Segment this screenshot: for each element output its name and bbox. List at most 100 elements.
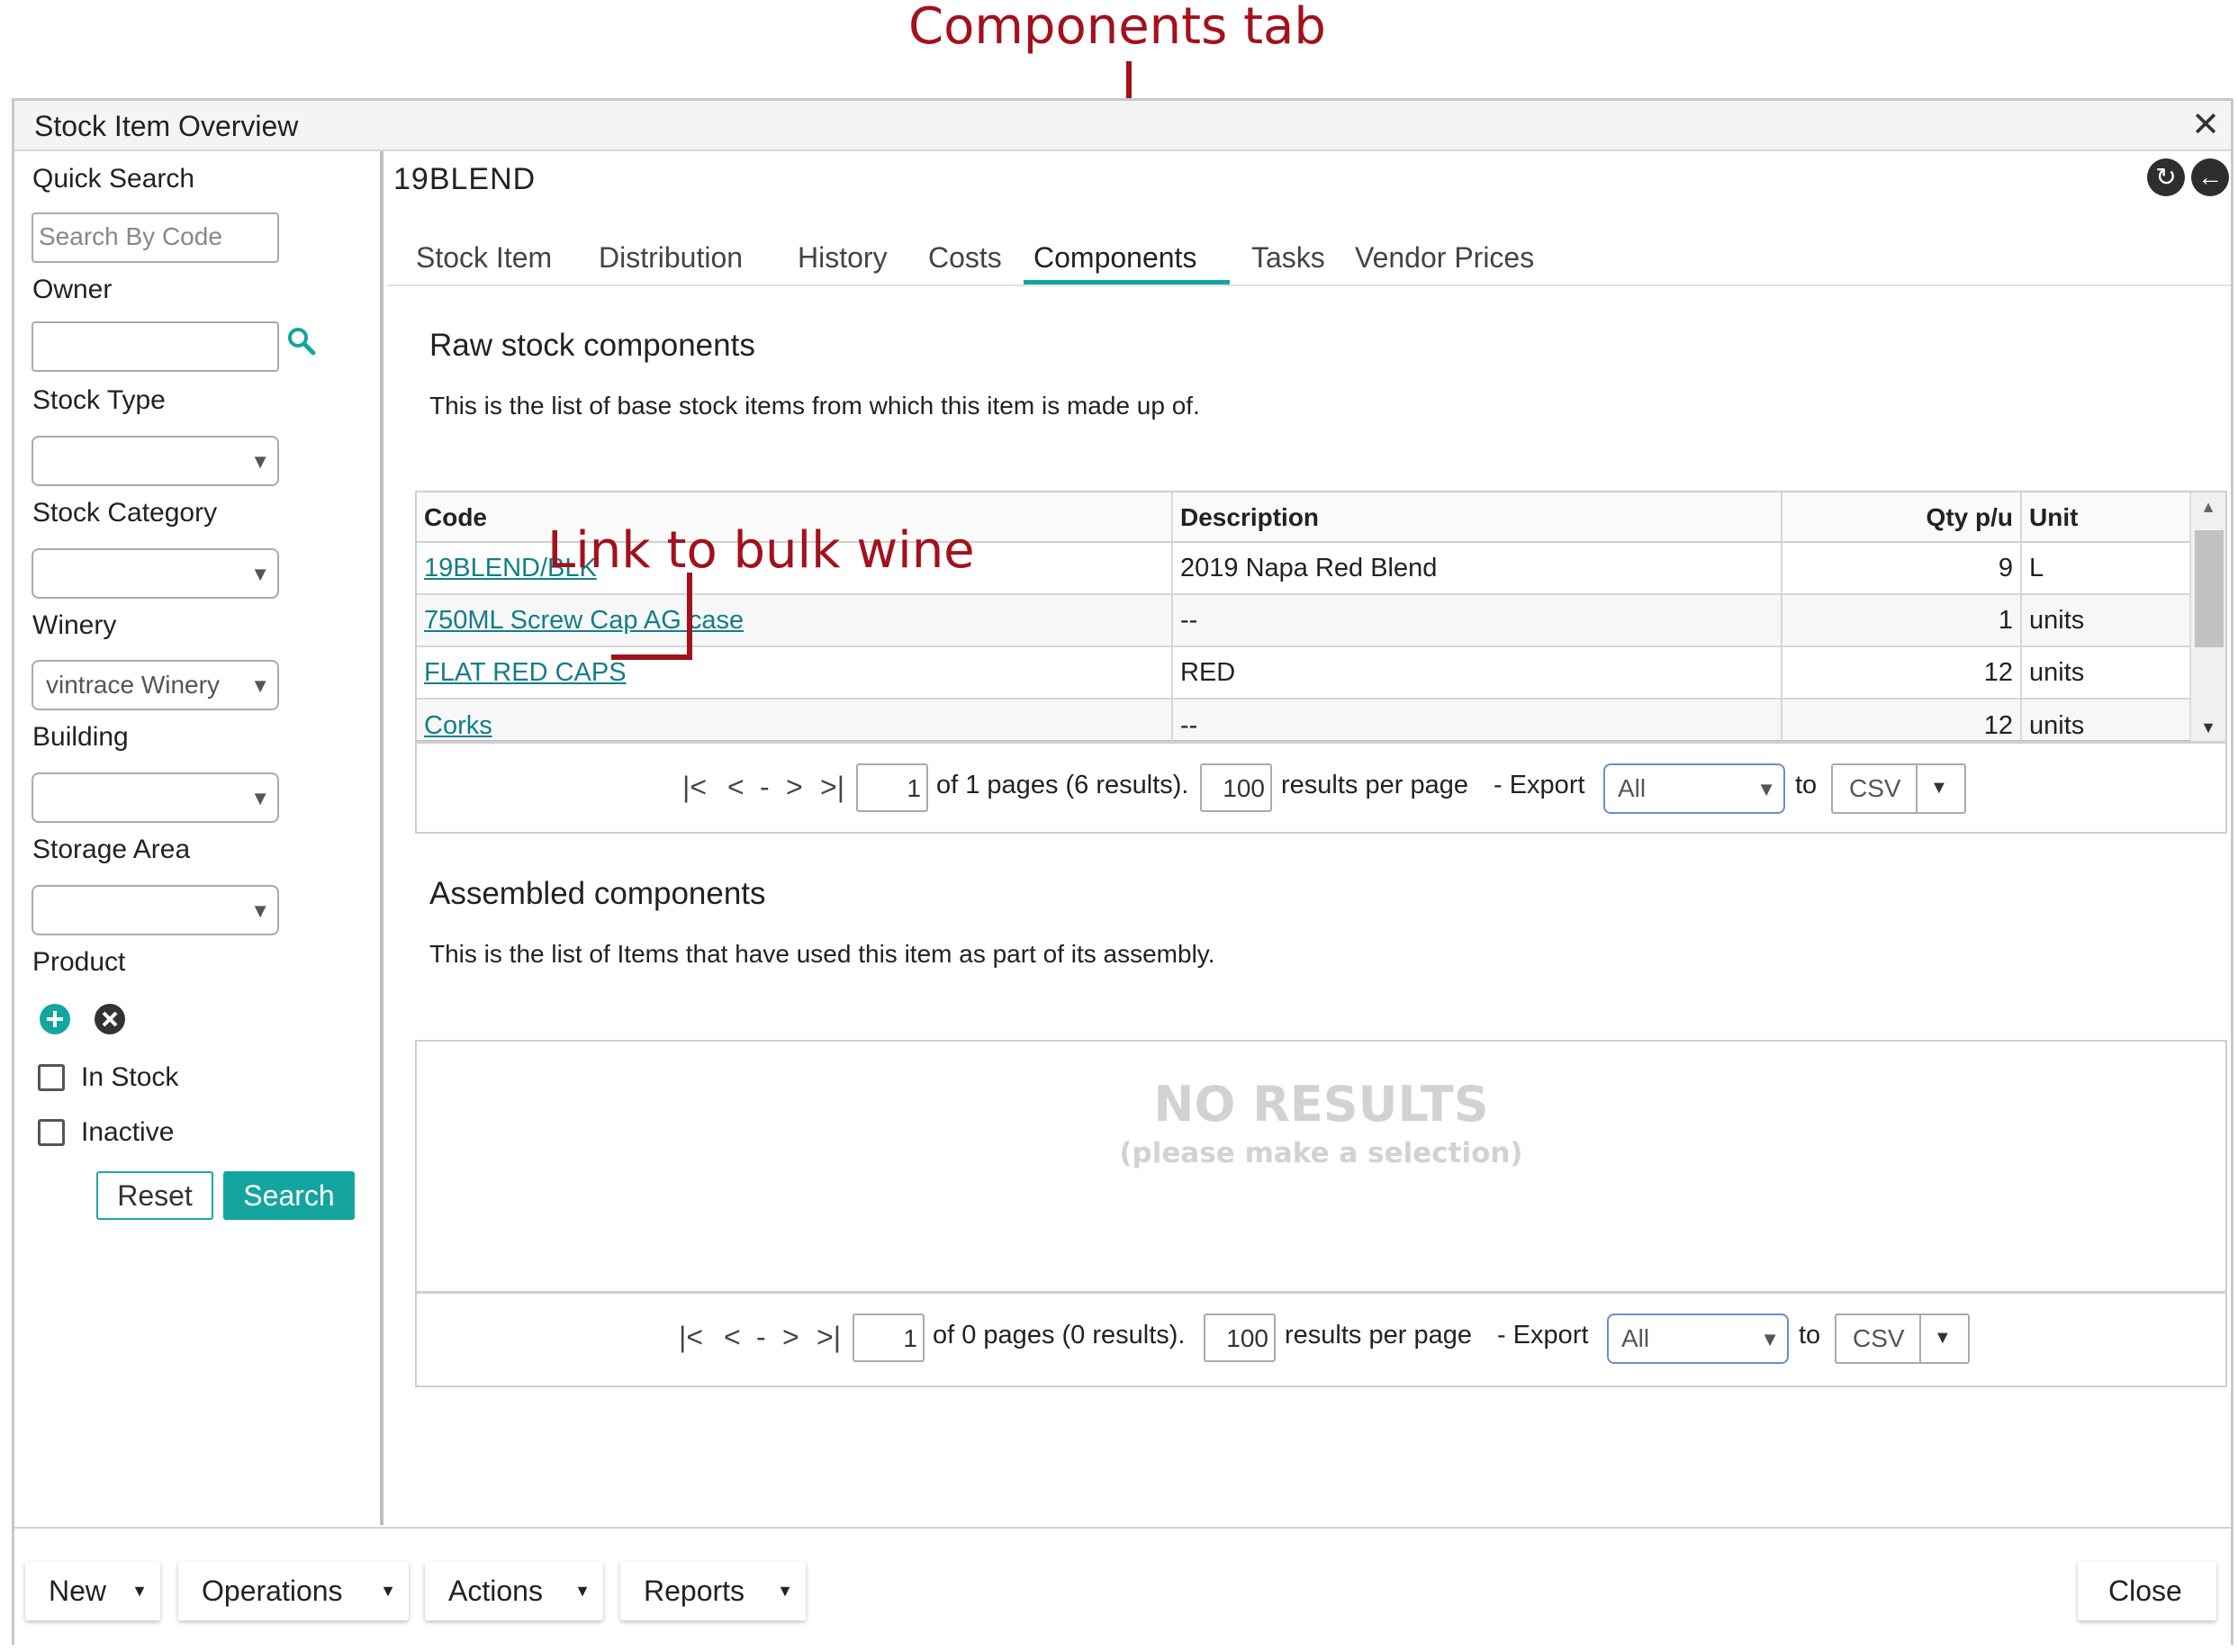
prev-page-icon[interactable]: < [724, 1321, 741, 1354]
chevron-down-icon: ▼ [250, 899, 270, 922]
tab-stock-item[interactable]: Stock Item [416, 241, 552, 275]
page-number-input[interactable]: 1 [856, 763, 928, 812]
operations-button[interactable]: Operations ▼ [178, 1561, 409, 1620]
annotation-link-to-bulk-wine: Link to bulk wine [547, 521, 975, 580]
component-code-link[interactable]: Corks [417, 700, 1173, 741]
stock-type-select[interactable]: ▼ [32, 436, 279, 486]
stock-type-label: Stock Type [32, 385, 166, 415]
building-select[interactable]: ▼ [32, 772, 279, 823]
search-by-code-input[interactable]: Search By Code [32, 212, 279, 263]
table-row: Corks -- 12 units [417, 700, 2191, 743]
export-format-value: CSV [1849, 774, 1901, 802]
no-results-hint: (please make a selection) [1119, 1137, 1523, 1169]
add-product-icon[interactable] [39, 1003, 71, 1035]
caret-down-icon: ▼ [574, 1582, 591, 1600]
per-page-input[interactable]: 100 [1204, 1313, 1276, 1362]
export-label: - Export [1497, 1321, 1589, 1350]
stock-category-select[interactable]: ▼ [32, 548, 279, 599]
in-stock-checkbox[interactable] [38, 1064, 65, 1091]
refresh-icon[interactable]: ↻ [2147, 158, 2185, 196]
assembled-components-description: This is the list of Items that have used… [429, 940, 1215, 968]
last-page-icon[interactable]: >| [820, 771, 844, 804]
back-arrow-icon[interactable]: ← [2191, 158, 2229, 196]
component-qty: 12 [1782, 647, 2022, 700]
tab-bar: Stock Item Distribution History Costs Co… [387, 241, 2231, 286]
winery-select[interactable]: vintrace Winery ▼ [32, 660, 279, 710]
component-unit: units [2029, 658, 2085, 687]
owner-label: Owner [32, 275, 113, 304]
next-page-icon[interactable]: > [786, 771, 803, 804]
tab-history[interactable]: History [798, 241, 888, 275]
export-scope-select[interactable]: All ▼ [1603, 763, 1785, 814]
export-format-dropdown[interactable]: CSV ▼ [1835, 1313, 1970, 1364]
caret-down-icon: ▼ [131, 1582, 148, 1600]
table-scrollbar[interactable]: ▲ ▼ [2189, 492, 2225, 743]
active-tab-indicator [1024, 280, 1230, 284]
table-row: 750ML Screw Cap AG case -- 1 units [417, 595, 2191, 647]
first-page-icon[interactable]: |< [679, 1321, 703, 1354]
main-panel: 19BLEND ↻ ← Stock Item Distribution Hist… [387, 151, 2231, 1525]
export-format-value: CSV [1853, 1324, 1905, 1352]
inactive-label: Inactive [81, 1117, 175, 1147]
scroll-down-icon[interactable]: ▼ [2191, 718, 2225, 737]
reports-button[interactable]: Reports ▼ [620, 1561, 806, 1620]
component-unit: L [2029, 554, 2044, 582]
scrollbar-thumb[interactable] [2195, 530, 2224, 647]
storage-area-select[interactable]: ▼ [32, 885, 279, 935]
chevron-down-icon: ▼ [250, 450, 270, 473]
page-number-input[interactable]: 1 [853, 1313, 925, 1362]
per-page-input[interactable]: 100 [1200, 763, 1272, 812]
caret-down-icon: ▼ [380, 1582, 396, 1600]
reports-button-label: Reports [644, 1575, 745, 1607]
winery-label: Winery [32, 610, 117, 640]
tab-components[interactable]: Components [1033, 241, 1196, 275]
component-unit: units [2029, 711, 2085, 740]
caret-down-icon: ▼ [1930, 778, 1948, 798]
tab-vendor-prices[interactable]: Vendor Prices [1355, 241, 1534, 275]
clear-product-icon[interactable] [94, 1003, 126, 1035]
component-description: RED [1173, 647, 1782, 700]
close-button[interactable]: Close [2078, 1561, 2216, 1620]
component-code-link[interactable]: FLAT RED CAPS [417, 647, 1173, 700]
prev-page-icon[interactable]: < [727, 771, 744, 804]
export-scope-select[interactable]: All ▼ [1607, 1313, 1789, 1364]
component-qty: 9 [1782, 543, 2022, 595]
column-header-qty[interactable]: Qty p/u [1782, 492, 2022, 543]
reset-button[interactable]: Reset [96, 1171, 213, 1220]
first-page-icon[interactable]: |< [682, 771, 707, 804]
next-page-icon[interactable]: > [782, 1321, 799, 1354]
component-description: -- [1173, 700, 1782, 741]
pager-separator: - [760, 771, 770, 803]
search-icon[interactable] [286, 326, 317, 357]
stock-item-overview-window: Stock Item Overview ✕ Quick Search Searc… [12, 98, 2233, 1645]
product-label: Product [32, 947, 126, 977]
search-button[interactable]: Search [223, 1171, 355, 1220]
last-page-icon[interactable]: >| [817, 1321, 841, 1354]
actions-button[interactable]: Actions ▼ [425, 1561, 603, 1620]
inactive-checkbox[interactable] [38, 1119, 65, 1146]
tab-tasks[interactable]: Tasks [1251, 241, 1325, 275]
owner-input[interactable] [32, 321, 279, 372]
scroll-up-icon[interactable]: ▲ [2191, 498, 2225, 517]
per-page-label: results per page [1281, 771, 1468, 799]
export-format-dropdown[interactable]: CSV ▼ [1831, 763, 1966, 814]
annotation-link-line-horizontal [611, 654, 692, 660]
window-titlebar: Stock Item Overview ✕ [14, 101, 2231, 151]
search-sidebar: Quick Search Search By Code Owner Stock … [14, 151, 384, 1525]
component-qty: 12 [1782, 700, 2022, 741]
assembled-components-table: NO RESULTS (please make a selection) |< … [415, 1040, 2227, 1387]
tab-distribution[interactable]: Distribution [599, 241, 743, 275]
stock-category-label: Stock Category [32, 498, 218, 528]
window-footer: New ▼ Operations ▼ Actions ▼ Reports ▼ Close [14, 1527, 2231, 1645]
window-title: Stock Item Overview [34, 110, 299, 142]
component-code-link[interactable]: 750ML Screw Cap AG case [417, 595, 1173, 647]
column-header-description[interactable]: Description [1173, 492, 1782, 543]
tab-costs[interactable]: Costs [928, 241, 1002, 275]
close-icon[interactable]: ✕ [2191, 108, 2220, 142]
new-button[interactable]: New ▼ [25, 1561, 160, 1620]
column-header-unit[interactable]: Unit [2022, 492, 2191, 543]
to-label: to [1799, 1321, 1821, 1350]
in-stock-label: In Stock [81, 1062, 179, 1092]
page-summary: of 1 pages (6 results). [936, 771, 1189, 799]
raw-components-description: This is the list of base stock items fro… [429, 392, 1200, 420]
